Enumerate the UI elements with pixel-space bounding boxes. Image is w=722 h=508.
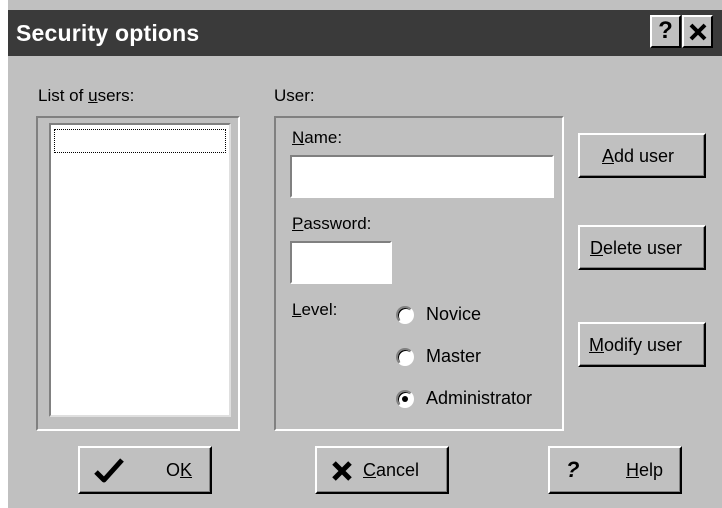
x-icon xyxy=(332,461,352,481)
user-group-label: User: xyxy=(274,86,315,105)
radio-master-label: Master xyxy=(426,346,482,366)
security-options-dialog: Security options ? List of users: User: … xyxy=(8,0,722,508)
close-button[interactable] xyxy=(682,15,713,48)
ok-button[interactable]: OK xyxy=(78,446,212,494)
users-list[interactable] xyxy=(49,123,231,417)
question-icon: ? xyxy=(566,457,580,482)
close-icon xyxy=(689,23,707,41)
dialog-title: Security options xyxy=(16,20,200,46)
checkmark-icon xyxy=(94,458,124,483)
level-label: Level: xyxy=(292,300,338,319)
users-list-label: List of users: xyxy=(38,86,135,105)
users-list-frame xyxy=(36,116,240,431)
radio-novice-label: Novice xyxy=(426,304,482,324)
radio-administrator[interactable] xyxy=(396,390,414,408)
list-focus-row[interactable] xyxy=(54,129,226,153)
name-label: Name: xyxy=(292,128,343,147)
cancel-button[interactable]: Cancel xyxy=(315,446,449,494)
add-user-button[interactable]: Add user xyxy=(578,133,706,178)
password-label: Password: xyxy=(292,214,372,233)
user-group-box: Name: Password: Level: Novice Master Adm… xyxy=(274,116,564,431)
password-field[interactable] xyxy=(290,241,392,284)
help-button[interactable]: ? Help xyxy=(548,446,682,494)
radio-master[interactable] xyxy=(396,348,414,366)
name-field[interactable] xyxy=(290,155,554,198)
help-title-button[interactable]: ? xyxy=(650,15,681,48)
radio-administrator-label: Administrator xyxy=(426,388,533,408)
modify-user-button[interactable]: Modify user xyxy=(578,322,706,367)
delete-user-button[interactable]: Delete user xyxy=(578,225,706,270)
title-bar: Security options ? xyxy=(8,10,722,56)
radio-novice[interactable] xyxy=(396,306,414,324)
